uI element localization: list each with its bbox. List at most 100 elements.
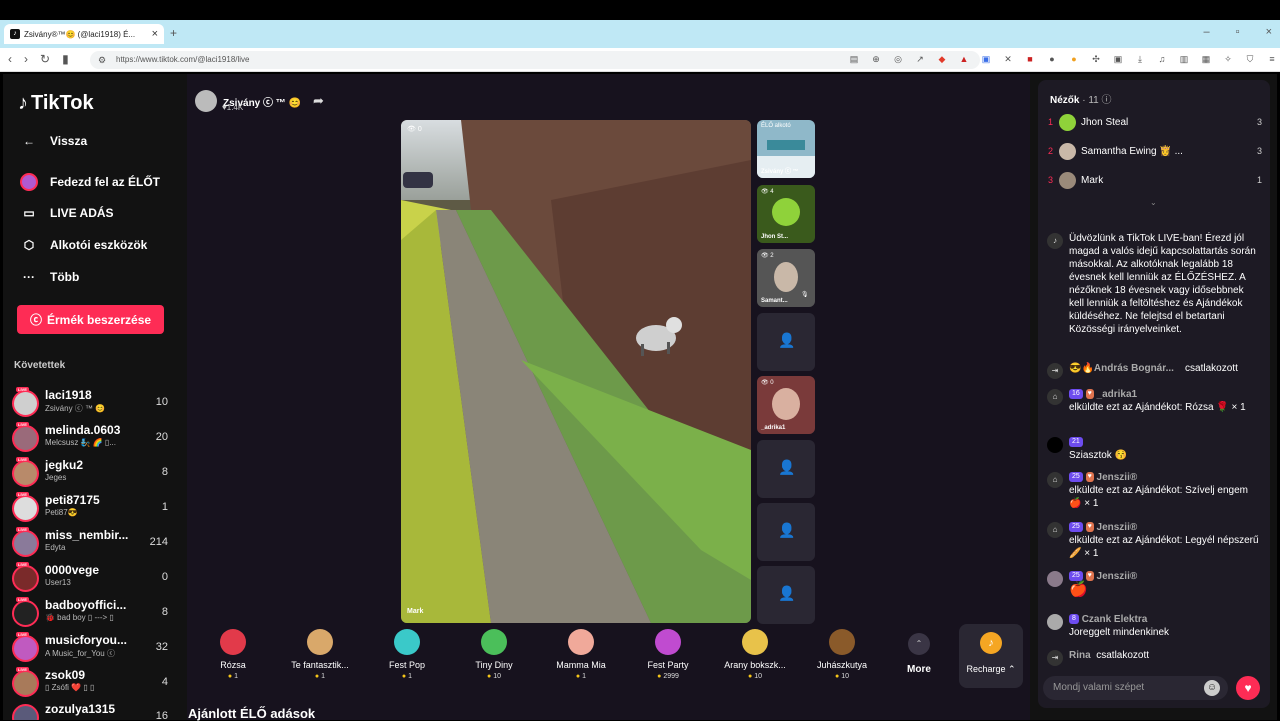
sparkle-icon[interactable]: ✧ bbox=[1222, 53, 1234, 65]
extension-red-icon[interactable]: ■ bbox=[1024, 53, 1036, 65]
recharge-button[interactable]: ♪ Recharge ⌃ bbox=[959, 624, 1023, 688]
gift-item[interactable]: Fest Pop1 bbox=[365, 623, 449, 685]
menu-icon[interactable]: ≡ bbox=[1266, 53, 1278, 65]
creator-tools-icon: ⬡ bbox=[23, 238, 35, 252]
vpn-icon[interactable]: ⛉ bbox=[1244, 53, 1256, 65]
recommended-heading: Ajánlott ÉLŐ adások bbox=[188, 706, 316, 721]
translate-icon[interactable]: ▣ bbox=[980, 53, 992, 65]
close-window-icon[interactable]: × bbox=[1266, 26, 1272, 38]
dino-gift-icon bbox=[481, 629, 507, 655]
guest-slot-empty[interactable]: 👤 bbox=[757, 503, 815, 561]
viewer-row[interactable]: 3 Mark 1 bbox=[1048, 170, 1262, 190]
more-gifts-button[interactable]: ⌃ More bbox=[905, 630, 933, 675]
following-item[interactable]: LIVE peti87175 Peti87😎 1 bbox=[12, 491, 172, 523]
extension-dark-icon[interactable]: ● bbox=[1046, 53, 1058, 65]
nav-creator-tools[interactable]: ⬡ Alkotói eszközök bbox=[20, 238, 148, 252]
get-coins-button[interactable]: ⓒ Érmék beszerzése bbox=[17, 305, 164, 334]
live-video[interactable] bbox=[401, 120, 751, 623]
following-item[interactable]: LIVE badboyoffici... 🐞 bad boy ▯ ---> ▯ 8 bbox=[12, 596, 172, 628]
following-item[interactable]: LIVE miss_nembir... Edyta 214 bbox=[12, 526, 172, 558]
avatar bbox=[12, 565, 39, 592]
chat-input[interactable]: Mondj valami szépet bbox=[1043, 676, 1228, 700]
close-tab-icon[interactable]: × bbox=[152, 28, 158, 40]
screenshot-icon[interactable]: ◎ bbox=[892, 53, 904, 65]
tiktok-logo[interactable]: ♪ TikTok bbox=[18, 92, 94, 115]
following-item[interactable]: zozulya1315 16 bbox=[12, 700, 172, 720]
avatar bbox=[1059, 171, 1076, 189]
following-item[interactable]: LIVE zsok09 ▯ Zsófi ❤️ ▯ ▯ 4 bbox=[12, 666, 172, 698]
host-info[interactable]: Zsivány ⓒ ™ 😊 ♥1.4K bbox=[195, 90, 301, 112]
gift-item[interactable]: Tiny Diny10 bbox=[452, 623, 536, 685]
forward-icon[interactable]: › bbox=[24, 52, 28, 66]
puzzle-icon[interactable]: ✣ bbox=[1090, 53, 1102, 65]
video-camera-icon: ▭ bbox=[23, 206, 35, 220]
extension-colorful-icon[interactable]: ● bbox=[1068, 53, 1080, 65]
fest-party-gift-icon bbox=[655, 629, 681, 655]
new-tab-button[interactable]: + bbox=[170, 26, 177, 40]
emoji-icon[interactable]: ☺ bbox=[1204, 680, 1220, 696]
back-icon[interactable]: ‹ bbox=[8, 52, 12, 66]
nav-live-studio[interactable]: ▭ LIVE ADÁS bbox=[20, 206, 113, 220]
following-item[interactable]: LIVE 0000vege User13 0 bbox=[12, 561, 172, 593]
close-x-icon[interactable]: ✕ bbox=[1002, 53, 1014, 65]
fest-pop-gift-icon bbox=[394, 629, 420, 655]
live-badge: LIVE bbox=[16, 667, 29, 672]
guest-slot[interactable]: 👁 2 Samant... 🎙 bbox=[757, 249, 815, 307]
fan-badge: ♥ bbox=[1085, 522, 1094, 533]
following-item[interactable]: LIVE laci1918 Zsivány ⓒ ™ 😊 10 bbox=[12, 386, 172, 418]
reload-icon[interactable]: ↻ bbox=[40, 52, 50, 66]
wallet-icon[interactable]: ▦ bbox=[1200, 53, 1212, 65]
level-badge: 25 bbox=[1069, 522, 1083, 533]
avatar bbox=[12, 425, 39, 452]
avatar bbox=[12, 704, 39, 720]
gift-item[interactable]: Te fantasztik...1 bbox=[278, 623, 362, 685]
empty-user-icon: 👤 bbox=[778, 585, 796, 601]
nav-back[interactable]: ← Vissza bbox=[20, 134, 87, 148]
bookmark-icon[interactable]: ▮ bbox=[62, 52, 69, 66]
browser-tab[interactable]: ♪ Zsivány®™😊 (@laci1918) É... × bbox=[4, 24, 164, 44]
shield-icon[interactable]: ◆ bbox=[936, 53, 948, 65]
expand-chevron-icon[interactable]: ⌄ bbox=[1150, 198, 1157, 207]
following-item[interactable]: LIVE musicforyou... A Music_for_You ⓒ 32 bbox=[12, 631, 172, 663]
share-icon[interactable]: ➦ bbox=[313, 93, 324, 109]
guest-slot[interactable]: ÉLŐ alkotó Zsivány ⓒ ™ bbox=[757, 120, 815, 178]
maximize-icon[interactable]: ▫ bbox=[1236, 26, 1240, 38]
guest-slot[interactable]: 👁 4 Jhon St... bbox=[757, 185, 815, 243]
host-avatar bbox=[195, 90, 217, 112]
zoom-icon[interactable]: ⊕ bbox=[870, 53, 882, 65]
share-icon[interactable]: ↗ bbox=[914, 53, 926, 65]
music-icon[interactable]: ♫ bbox=[1156, 53, 1168, 65]
chevron-up-icon: ⌃ bbox=[908, 633, 930, 655]
sidebar-icon[interactable]: ▥ bbox=[1178, 53, 1190, 65]
guest-slot-empty[interactable]: 👤 bbox=[757, 440, 815, 498]
gift-item[interactable]: Mamma Mia1 bbox=[539, 623, 623, 685]
gift-item[interactable]: Rózsa1 bbox=[191, 623, 275, 685]
guest-slot-empty[interactable]: 👤 bbox=[757, 566, 815, 624]
guest-slot-empty[interactable]: 👤 bbox=[757, 313, 815, 371]
download-icon[interactable]: ⤓ bbox=[1134, 53, 1146, 65]
avatar bbox=[1059, 142, 1076, 160]
site-settings-icon[interactable]: ⚙ bbox=[98, 51, 106, 69]
gift-item[interactable]: Juhászkutya10 bbox=[800, 623, 884, 685]
heart-like-icon[interactable]: ♥ bbox=[1236, 676, 1260, 700]
reader-icon[interactable]: ▤ bbox=[848, 53, 860, 65]
guest-slot[interactable]: 👁 0 _adrika1 bbox=[757, 376, 815, 434]
nav-explore-live[interactable]: Fedezd fel az ÉLŐT bbox=[20, 173, 160, 191]
more-dots-icon: ··· bbox=[23, 270, 35, 284]
warning-icon[interactable]: ▲ bbox=[958, 53, 970, 65]
minimize-icon[interactable]: – bbox=[1204, 26, 1210, 38]
join-message: ⇥ Rina csatlakozott bbox=[1045, 649, 1260, 666]
avatar bbox=[12, 670, 39, 697]
info-icon[interactable]: ⓘ bbox=[1102, 95, 1112, 106]
following-item[interactable]: LIVE melinda.0603 Melcsusz 🧞 🌈 ▯... 20 bbox=[12, 421, 172, 453]
nav-more[interactable]: ··· Több bbox=[20, 270, 79, 284]
url-field[interactable]: ⚙ https://www.tiktok.com/@laci1918/live bbox=[90, 51, 980, 69]
gift-message: ⌂ 25 ♥ Jenszii® elküldte ezt az Ajándékot:… bbox=[1045, 521, 1260, 560]
gift-item[interactable]: Fest Party2999 bbox=[626, 623, 710, 685]
following-item[interactable]: LIVE jegku2 Jeges 8 bbox=[12, 456, 172, 488]
gift-item[interactable]: Arany bokszk...10 bbox=[713, 623, 797, 685]
viewer-row[interactable]: 2 Samantha Ewing 👸 ... 3 bbox=[1048, 141, 1262, 161]
tab-icon[interactable]: ▣ bbox=[1112, 53, 1124, 65]
gift-bar: Rózsa1 Te fantasztik...1 Fest Pop1 Tiny … bbox=[191, 623, 1025, 689]
viewer-row[interactable]: 1 Jhon Steal 3 bbox=[1048, 112, 1262, 132]
